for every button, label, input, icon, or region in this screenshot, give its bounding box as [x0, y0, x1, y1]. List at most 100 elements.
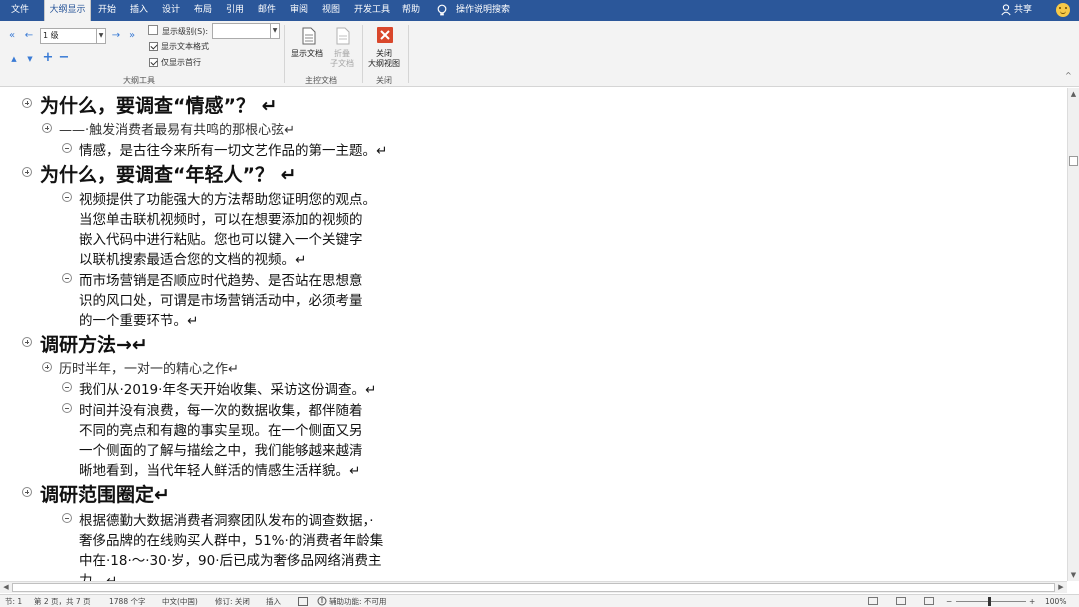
outline-body-text[interactable]: 我们从·2019·年冬天开始收集、采访这份调查。↵ [79, 378, 376, 398]
outline-body-text[interactable]: 中在·18·～·30·岁，90·后已成为奢侈品网络消费主 [79, 549, 382, 569]
group-divider [362, 25, 363, 83]
close-label-line2: 大纲视图 [368, 59, 400, 68]
close-icon [377, 27, 393, 43]
outline-body-text[interactable]: 情感，是古往今来所有一切文艺作品的第一主题。↵ [79, 139, 387, 159]
zoom-slider-thumb[interactable] [988, 597, 991, 606]
outline-body-icon[interactable] [62, 143, 72, 153]
outline-body-text[interactable]: 根据德勤大数据消费者洞察团队发布的调查数据，· [79, 509, 374, 529]
zoom-out-button[interactable]: − [946, 596, 952, 607]
scroll-right-icon[interactable]: ▶ [1055, 582, 1067, 593]
tab-home[interactable]: 开始 [94, 0, 120, 21]
outline-body-text[interactable]: 当您单击联机视频时，可以在想要添加的视频的 [79, 208, 363, 228]
expand-icon[interactable]: + [42, 51, 54, 64]
tab-help[interactable]: 帮助 [398, 0, 424, 21]
status-page[interactable]: 第 2 页，共 7 页 [34, 596, 91, 607]
outline-body-icon[interactable] [62, 273, 72, 283]
outline-body-text[interactable]: 识的风口处，可谓是市场营销活动中，必须考量 [79, 289, 363, 309]
show-level-select[interactable]: ▼ [212, 23, 280, 39]
status-insert-mode[interactable]: 插入 [266, 596, 281, 607]
move-down-icon[interactable]: ▼ [24, 53, 36, 65]
outline-body-text[interactable]: 晰地看到，当代年轻人鲜活的情感生活样貌。↵ [79, 459, 360, 479]
macro-record-icon[interactable] [298, 597, 308, 606]
outline-expand-icon[interactable] [42, 123, 52, 133]
scroll-thumb[interactable] [12, 583, 1055, 592]
promote-icon[interactable]: ← [23, 30, 35, 42]
vertical-scrollbar[interactable]: ▲ ▼ [1067, 88, 1079, 581]
outline-body-text[interactable]: 的一个重要环节。↵ [79, 309, 198, 329]
outline-heading[interactable]: 调研方法→↵ [40, 330, 148, 357]
outline-expand-icon[interactable] [22, 167, 32, 177]
collapse-subdocuments-button[interactable]: 折叠 子文档 [329, 25, 357, 71]
outline-body-icon[interactable] [62, 192, 72, 202]
status-word-count[interactable]: 1788 个字 [109, 596, 145, 607]
show-document-label: 显示文档 [291, 49, 323, 58]
scroll-thumb[interactable] [1069, 156, 1078, 166]
outline-heading[interactable]: 调研范围圈定↵ [40, 480, 170, 507]
scroll-down-icon[interactable]: ▼ [1068, 569, 1079, 581]
tell-me-label: 操作说明搜索 [456, 5, 511, 15]
tab-mailings[interactable]: 邮件 [254, 0, 280, 21]
outline-body-text[interactable]: 一个侧面的了解与描绘之中，我们能够越来越清 [79, 439, 363, 459]
collapse-icon[interactable]: − [58, 51, 70, 64]
group-divider [408, 25, 409, 83]
tab-file[interactable]: 文件 [0, 0, 40, 21]
master-document-group-label: 主控文档 [305, 76, 337, 85]
tab-developer[interactable]: 开发工具 [351, 0, 393, 21]
close-label-line1: 关闭 [376, 49, 392, 58]
close-outline-view-button[interactable]: 关闭 大纲视图 [366, 25, 404, 71]
chevron-down-icon[interactable]: ▼ [96, 29, 105, 43]
collapse-ribbon-icon[interactable]: ^ [1065, 71, 1072, 80]
outline-body-text[interactable]: 不同的亮点和有趣的事实呈现。在一个侧面又另 [79, 419, 363, 439]
outline-heading[interactable]: 为什么，要调查“年轻人”？ ↵ [40, 160, 297, 187]
tab-design[interactable]: 设计 [158, 0, 184, 21]
zoom-slider-track[interactable] [956, 601, 1026, 602]
outline-body-icon[interactable] [62, 513, 72, 523]
demote-to-body-icon[interactable]: » [126, 30, 138, 42]
scroll-left-icon[interactable]: ◀ [0, 582, 12, 593]
outline-body-text[interactable]: 奢侈品牌的在线购买人群中，51%·的消费者年龄集 [79, 529, 383, 549]
smiley-feedback-icon[interactable] [1056, 3, 1070, 17]
outline-heading[interactable]: 为什么，要调查“情感”？ ↵ [40, 91, 278, 118]
outline-body-icon[interactable] [62, 403, 72, 413]
tab-outline[interactable]: 大纲显示 [44, 0, 91, 21]
status-track-changes[interactable]: 修订: 关闭 [215, 596, 250, 607]
promote-to-heading1-icon[interactable]: « [6, 30, 18, 42]
show-first-line-only-checkbox[interactable] [149, 58, 158, 67]
tab-view[interactable]: 视图 [318, 0, 344, 21]
scroll-up-icon[interactable]: ▲ [1068, 88, 1079, 100]
zoom-level[interactable]: 100% [1045, 596, 1066, 607]
tab-layout[interactable]: 布局 [190, 0, 216, 21]
outline-expand-icon[interactable] [22, 337, 32, 347]
status-accessibility[interactable]: 辅助功能: 不可用 [329, 596, 386, 607]
outline-body-text[interactable]: 时间并没有浪费，每一次的数据收集，都伴随着 [79, 399, 363, 419]
status-section: 节: 1 [5, 597, 23, 606]
print-layout-icon[interactable] [896, 597, 906, 605]
outline-level-select[interactable]: 1 级 ▼ [40, 28, 106, 44]
tab-insert[interactable]: 插入 [126, 0, 152, 21]
outline-expand-icon[interactable] [22, 487, 32, 497]
outline-subheading[interactable]: 历时半年，一对一的精心之作↵ [59, 358, 239, 377]
outline-body-text[interactable]: 以联机搜索最适合您的文档的视频。↵ [79, 248, 306, 268]
outline-expand-icon[interactable] [22, 98, 32, 108]
show-document-button[interactable]: 显示文档 [290, 25, 328, 71]
outline-body-text[interactable]: 视频提供了功能强大的方法帮助您证明您的观点。 [79, 188, 376, 208]
document-canvas[interactable]: 为什么，要调查“情感”？ ↵ ——·触发消费者最易有共鸣的那根心弦↵ 情感，是古… [0, 88, 1067, 581]
outline-body-icon[interactable] [62, 382, 72, 392]
outline-subheading[interactable]: ——·触发消费者最易有共鸣的那根心弦↵ [59, 119, 295, 138]
outline-expand-icon[interactable] [42, 362, 52, 372]
show-text-formatting-checkbox[interactable] [149, 42, 158, 51]
outline-body-text[interactable]: 嵌入代码中进行粘贴。您也可以键入一个关键字 [79, 228, 363, 248]
zoom-in-button[interactable]: + [1029, 596, 1035, 607]
outline-body-text[interactable]: 力。↵ [79, 569, 117, 581]
tab-references[interactable]: 引用 [222, 0, 248, 21]
chevron-down-icon[interactable]: ▼ [270, 24, 279, 38]
read-mode-icon[interactable] [868, 597, 878, 605]
subdocument-icon [336, 27, 350, 45]
horizontal-scrollbar[interactable]: ◀ ▶ [0, 581, 1067, 593]
status-language[interactable]: 中文(中国) [162, 596, 198, 607]
outline-body-text[interactable]: 而市场营销是否顺应时代趋势、是否站在思想意 [79, 269, 363, 289]
demote-icon[interactable]: → [110, 30, 122, 42]
web-layout-icon[interactable] [924, 597, 934, 605]
move-up-icon[interactable]: ▲ [8, 53, 20, 65]
tab-review[interactable]: 审阅 [286, 0, 312, 21]
